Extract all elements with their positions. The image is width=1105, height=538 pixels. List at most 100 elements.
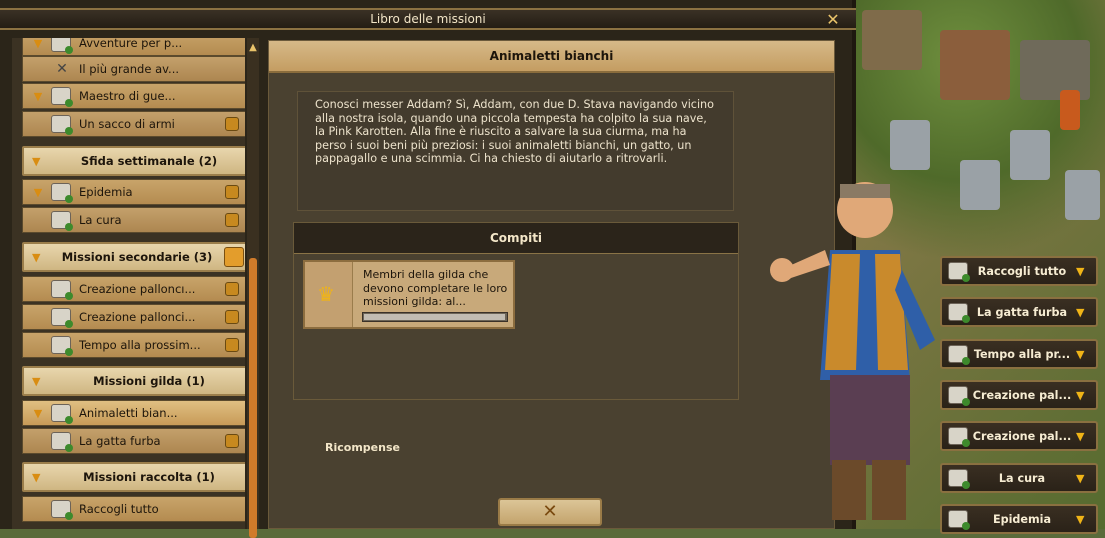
rewards-label: Ricompense — [325, 441, 400, 454]
scrollbar[interactable]: ▲ — [247, 38, 259, 538]
task-icon-box: ♛ — [305, 262, 353, 327]
task-text: Membri della gilda che devono completare… — [363, 268, 508, 308]
close-button[interactable]: ✕ — [498, 498, 602, 526]
dropdown-triangle-icon[interactable]: ▼ — [1076, 265, 1090, 278]
torch-tile — [1060, 90, 1080, 130]
mission-list-item[interactable]: La gatta furba — [22, 428, 245, 454]
task-progress-fill — [364, 314, 505, 320]
group-label: Sfida settimanale (2) — [80, 154, 218, 168]
lock-icon — [225, 117, 239, 131]
mission-name: La gatta furba — [79, 434, 161, 448]
building-tile — [862, 10, 922, 70]
title-bar: Libro delle missioni ✕ — [0, 8, 856, 30]
list-group-header[interactable]: ▼ Sfida settimanale (2) — [22, 146, 245, 176]
building-tile — [940, 30, 1010, 100]
group-label: Missioni secondarie (3) — [61, 250, 213, 264]
statue-tile — [1065, 170, 1100, 220]
mission-name: La cura — [79, 213, 122, 227]
dropdown-triangle-icon[interactable]: ▼ — [1076, 348, 1090, 361]
mission-name: Maestro di gue... — [79, 89, 176, 103]
scroll-up-icon[interactable]: ▲ — [247, 42, 259, 54]
scroll-thumb[interactable] — [249, 258, 257, 538]
scroll-icon — [948, 469, 970, 489]
tasks-header: Compiti — [294, 223, 738, 254]
quick-quest-label: Creazione pal... — [972, 429, 1072, 443]
dropdown-triangle-icon[interactable]: ▼ — [1076, 513, 1090, 526]
list-group-header[interactable]: ▼ Missioni gilda (1) — [22, 366, 245, 396]
dropdown-triangle-icon[interactable]: ▼ — [1076, 306, 1090, 319]
collapse-triangle-icon[interactable]: ▼ — [32, 155, 50, 168]
mission-name: Creazione pallonci... — [79, 310, 196, 324]
scroll-icon — [948, 303, 970, 323]
scroll-icon — [948, 510, 970, 530]
quick-quest-button[interactable]: Tempo alla pr... ▼ — [940, 339, 1098, 369]
mission-name: Animaletti bian... — [79, 406, 178, 420]
mission-name: Avventure per p... — [79, 38, 183, 50]
collapse-triangle-icon[interactable]: ▼ — [32, 375, 50, 388]
scroll-icon — [948, 262, 970, 282]
pirate-character-illustration — [770, 182, 935, 520]
lock-icon — [225, 282, 239, 296]
statue-tile — [890, 120, 930, 170]
lock-icon — [225, 338, 239, 352]
mission-name: Epidemia — [79, 185, 133, 199]
mission-list-item[interactable]: ▼ Animaletti bian... — [22, 400, 245, 426]
collapse-triangle-icon[interactable]: ▼ — [29, 90, 47, 103]
group-label: Missioni raccolta (1) — [83, 470, 215, 484]
quick-quest-button[interactable]: Creazione pal... ▼ — [940, 421, 1098, 451]
mission-name: Un sacco di armi — [79, 117, 175, 131]
mission-list-item[interactable]: La cura — [22, 207, 245, 233]
scroll-icon — [51, 308, 73, 328]
tasks-section: Compiti ♛ Membri della gilda che devono … — [293, 222, 739, 400]
quick-quest-button[interactable]: La cura ▼ — [940, 463, 1098, 493]
mission-description-box: Conosci messer Addam? Sì, Addam, con due… — [297, 91, 734, 211]
statue-tile — [1010, 130, 1050, 180]
mission-name: Creazione palloncı... — [79, 282, 196, 296]
quest-scroll-icon — [224, 247, 244, 267]
mission-list-item[interactable]: Creazione palloncı... — [22, 276, 245, 302]
task-progress-bar — [362, 312, 508, 322]
scroll-icon — [51, 404, 73, 424]
statue-tile — [960, 160, 1000, 210]
scroll-icon — [51, 211, 73, 231]
building-tile — [1020, 40, 1090, 100]
mission-list-item[interactable]: ▼ Avventure per p... — [22, 38, 245, 56]
quick-quest-button[interactable]: Creazione pal... ▼ — [940, 380, 1098, 410]
dropdown-triangle-icon[interactable]: ▼ — [1076, 472, 1090, 485]
scroll-icon — [51, 432, 73, 452]
window-title: Libro delle missioni — [370, 12, 486, 26]
collapse-triangle-icon[interactable]: ▼ — [32, 251, 50, 264]
list-group-header[interactable]: ▼ Missioni secondarie (3) — [22, 242, 245, 272]
dropdown-triangle-icon[interactable]: ▼ — [1076, 430, 1090, 443]
lock-icon — [225, 185, 239, 199]
mission-list-item[interactable]: ▼ Epidemia — [22, 179, 245, 205]
collapse-triangle-icon[interactable]: ▼ — [29, 38, 47, 50]
scroll-icon — [51, 500, 73, 520]
collapse-triangle-icon[interactable]: ▼ — [29, 407, 47, 420]
list-group-header[interactable]: ▼ Missioni raccolta (1) — [22, 462, 245, 492]
mission-list-item[interactable]: ▼ Maestro di gue... — [22, 83, 245, 109]
mission-list-item[interactable]: Raccogli tutto — [22, 496, 245, 522]
mission-title: Animaletti bianchi — [489, 49, 614, 63]
quick-quest-label: Epidemia — [992, 512, 1052, 526]
mission-list-item[interactable]: Tempo alla prossim... — [22, 332, 245, 358]
close-icon[interactable]: ✕ — [824, 11, 842, 29]
mission-list-item[interactable]: ✕ Il più grande av... — [22, 56, 245, 82]
scroll-icon — [51, 183, 73, 203]
scroll-icon — [51, 38, 73, 54]
scroll-icon — [51, 336, 73, 356]
lock-icon — [225, 213, 239, 227]
collapse-triangle-icon[interactable]: ▼ — [29, 186, 47, 199]
quick-quest-button[interactable]: La gatta furba ▼ — [940, 297, 1098, 327]
quick-quest-label: La gatta furba — [976, 305, 1068, 319]
quick-quest-button[interactable]: Epidemia ▼ — [940, 504, 1098, 534]
quick-quest-button[interactable]: Raccogli tutto ▼ — [940, 256, 1098, 286]
mission-list-item[interactable]: Creazione pallonci... — [22, 304, 245, 330]
crossed-swords-icon: ✕ — [56, 61, 68, 77]
task-card: ♛ Membri della gilda che devono completa… — [303, 260, 515, 329]
dropdown-triangle-icon[interactable]: ▼ — [1076, 389, 1090, 402]
crown-icon: ♛ — [317, 282, 335, 306]
mission-list-item[interactable]: Un sacco di armi — [22, 111, 245, 137]
mission-name: Il più grande av... — [79, 62, 180, 76]
collapse-triangle-icon[interactable]: ▼ — [32, 471, 50, 484]
